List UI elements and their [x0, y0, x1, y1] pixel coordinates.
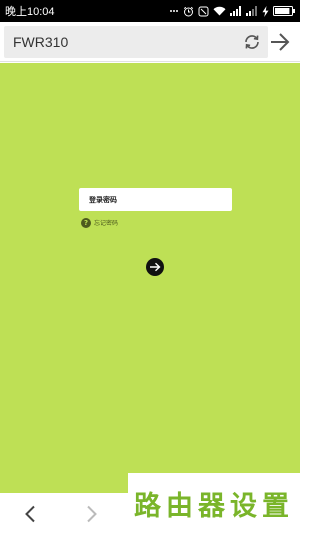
arrow-right-icon [271, 33, 290, 51]
charging-icon [262, 5, 269, 17]
refresh-icon [245, 35, 259, 49]
alarm-icon [183, 6, 194, 17]
router-login-page: ? 忘记密码 [0, 63, 300, 493]
watermark: 路由器设置 [128, 473, 300, 533]
watermark-text: 路由器设置 [134, 490, 294, 522]
notification-icon [169, 6, 179, 16]
battery-icon [273, 6, 295, 16]
status-icons [169, 5, 295, 17]
chevron-left-icon [25, 505, 35, 523]
chevron-right-icon [87, 505, 97, 523]
back-button[interactable] [20, 503, 40, 525]
status-bar: 晚上10:04 [0, 0, 300, 22]
browser-bottom-bar: 路由器设置 [0, 473, 300, 533]
go-button[interactable] [266, 28, 294, 56]
wifi-icon [213, 6, 226, 16]
url-field[interactable]: FWR310 [4, 26, 268, 58]
forgot-password-label: 忘记密码 [94, 220, 119, 227]
url-text[interactable]: FWR310 [13, 34, 68, 50]
refresh-button[interactable] [240, 30, 264, 54]
signal-icon [230, 6, 242, 16]
forgot-password-link[interactable]: ? 忘记密码 [81, 217, 118, 228]
signal-icon [246, 6, 258, 16]
password-input[interactable] [79, 188, 232, 211]
status-time: 晚上10:04 [5, 6, 55, 18]
help-icon: ? [81, 217, 91, 228]
arrow-right-icon [150, 262, 161, 272]
silent-icon [198, 6, 209, 17]
address-bar: FWR310 [0, 22, 300, 62]
login-submit-button[interactable] [146, 258, 164, 276]
forward-button[interactable] [82, 503, 102, 525]
